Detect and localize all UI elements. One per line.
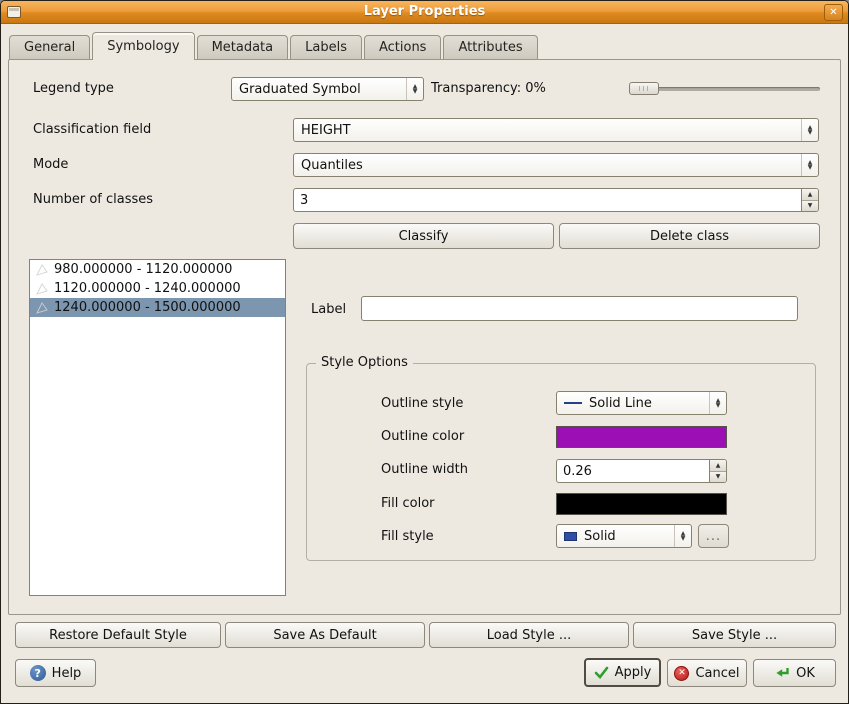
titlebar[interactable]: Layer Properties ✕ [1, 1, 848, 24]
class-range-label: 1240.000000 - 1500.000000 [54, 300, 241, 315]
classification-field-label: Classification field [33, 122, 151, 137]
cancel-label: Cancel [695, 666, 739, 681]
mode-label: Mode [33, 157, 68, 172]
combo-arrows-icon: ▲▼ [801, 154, 818, 176]
classification-field-combobox[interactable]: HEIGHT ▲▼ [293, 118, 819, 142]
save-style-button[interactable]: Save Style ... [633, 622, 836, 648]
load-style-button[interactable]: Load Style ... [429, 622, 629, 648]
fill-style-label: Fill style [381, 529, 434, 544]
solid-fill-icon [564, 532, 577, 541]
tab-bar: General Symbology Metadata Labels Action… [9, 32, 540, 59]
window-title: Layer Properties [1, 4, 848, 19]
class-range-label: 980.000000 - 1120.000000 [54, 262, 232, 277]
class-list-item[interactable]: 1240.000000 - 1500.000000 [30, 298, 285, 317]
spin-down-icon[interactable]: ▼ [802, 201, 818, 212]
number-of-classes-label: Number of classes [33, 192, 153, 207]
outline-width-label: Outline width [381, 462, 468, 477]
class-symbol-icon [35, 263, 49, 277]
classification-field-value: HEIGHT [294, 123, 801, 138]
tab-labels[interactable]: Labels [290, 35, 362, 59]
help-icon: ? [30, 665, 46, 681]
restore-default-style-button[interactable]: Restore Default Style [15, 622, 221, 648]
slider-handle[interactable] [629, 82, 659, 95]
combo-arrows-icon: ▲▼ [801, 119, 818, 141]
combo-arrows-icon: ▲▼ [406, 78, 423, 100]
tab-general[interactable]: General [9, 35, 90, 59]
number-of-classes-input[interactable] [294, 189, 801, 211]
solid-line-icon [564, 402, 582, 404]
save-as-default-button[interactable]: Save As Default [225, 622, 425, 648]
ok-label: OK [796, 666, 815, 681]
classify-button[interactable]: Classify [293, 223, 554, 249]
outline-width-input[interactable] [557, 460, 709, 482]
outline-width-spinbox[interactable]: ▲ ▼ [556, 459, 727, 483]
legend-type-combobox[interactable]: Graduated Symbol ▲▼ [231, 77, 424, 101]
help-button[interactable]: ? Help [15, 659, 96, 687]
combo-arrows-icon: ▲▼ [709, 392, 726, 414]
spin-up-icon[interactable]: ▲ [710, 460, 726, 472]
number-of-classes-spinbox[interactable]: ▲ ▼ [293, 188, 819, 212]
class-symbol-icon [35, 301, 49, 315]
class-symbol-icon [35, 282, 49, 296]
spin-buttons[interactable]: ▲ ▼ [709, 460, 726, 482]
label-input[interactable] [361, 296, 798, 321]
mode-combobox[interactable]: Quantiles ▲▼ [293, 153, 819, 177]
fill-style-more-button[interactable]: ... [698, 524, 729, 548]
spin-buttons[interactable]: ▲ ▼ [801, 189, 818, 211]
fill-color-label: Fill color [381, 496, 435, 511]
outline-style-value: Solid Line [582, 396, 709, 411]
apply-button[interactable]: Apply [584, 658, 661, 687]
combo-arrows-icon: ▲▼ [674, 525, 691, 547]
tab-metadata[interactable]: Metadata [197, 35, 289, 59]
outline-color-label: Outline color [381, 429, 464, 444]
transparency-label: Transparency: 0% [431, 81, 546, 96]
legend-type-label: Legend type [33, 81, 114, 96]
fill-style-combobox[interactable]: Solid ▲▼ [556, 524, 692, 548]
fill-color-swatch[interactable] [556, 493, 727, 515]
outline-style-combobox[interactable]: Solid Line ▲▼ [556, 391, 727, 415]
cancel-icon: ✕ [674, 666, 689, 681]
class-list[interactable]: 980.000000 - 1120.000000 1120.000000 - 1… [29, 259, 286, 596]
apply-check-icon [594, 666, 609, 679]
help-label: Help [52, 666, 82, 681]
tab-symbology[interactable]: Symbology [92, 32, 194, 60]
spin-down-icon[interactable]: ▼ [710, 472, 726, 483]
class-list-item[interactable]: 1120.000000 - 1240.000000 [30, 279, 285, 298]
outline-color-swatch[interactable] [556, 426, 727, 448]
transparency-slider[interactable] [629, 81, 820, 96]
mode-value: Quantiles [294, 158, 801, 173]
layer-properties-dialog: Layer Properties ✕ General Symbology Met… [0, 0, 849, 704]
label-field-label: Label [311, 302, 346, 317]
class-range-label: 1120.000000 - 1240.000000 [54, 281, 241, 296]
ok-button[interactable]: OK [753, 659, 836, 687]
outline-style-label: Outline style [381, 396, 463, 411]
style-options-title: Style Options [316, 355, 413, 370]
ok-enter-icon [774, 667, 790, 679]
apply-label: Apply [615, 665, 652, 680]
fill-style-value: Solid [577, 529, 674, 544]
spin-up-icon[interactable]: ▲ [802, 189, 818, 201]
tab-attributes[interactable]: Attributes [443, 35, 537, 59]
cancel-button[interactable]: ✕ Cancel [667, 659, 747, 687]
delete-class-button[interactable]: Delete class [559, 223, 820, 249]
tab-actions[interactable]: Actions [364, 35, 442, 59]
legend-type-value: Graduated Symbol [232, 82, 406, 97]
close-button[interactable]: ✕ [824, 4, 843, 21]
class-list-item[interactable]: 980.000000 - 1120.000000 [30, 260, 285, 279]
